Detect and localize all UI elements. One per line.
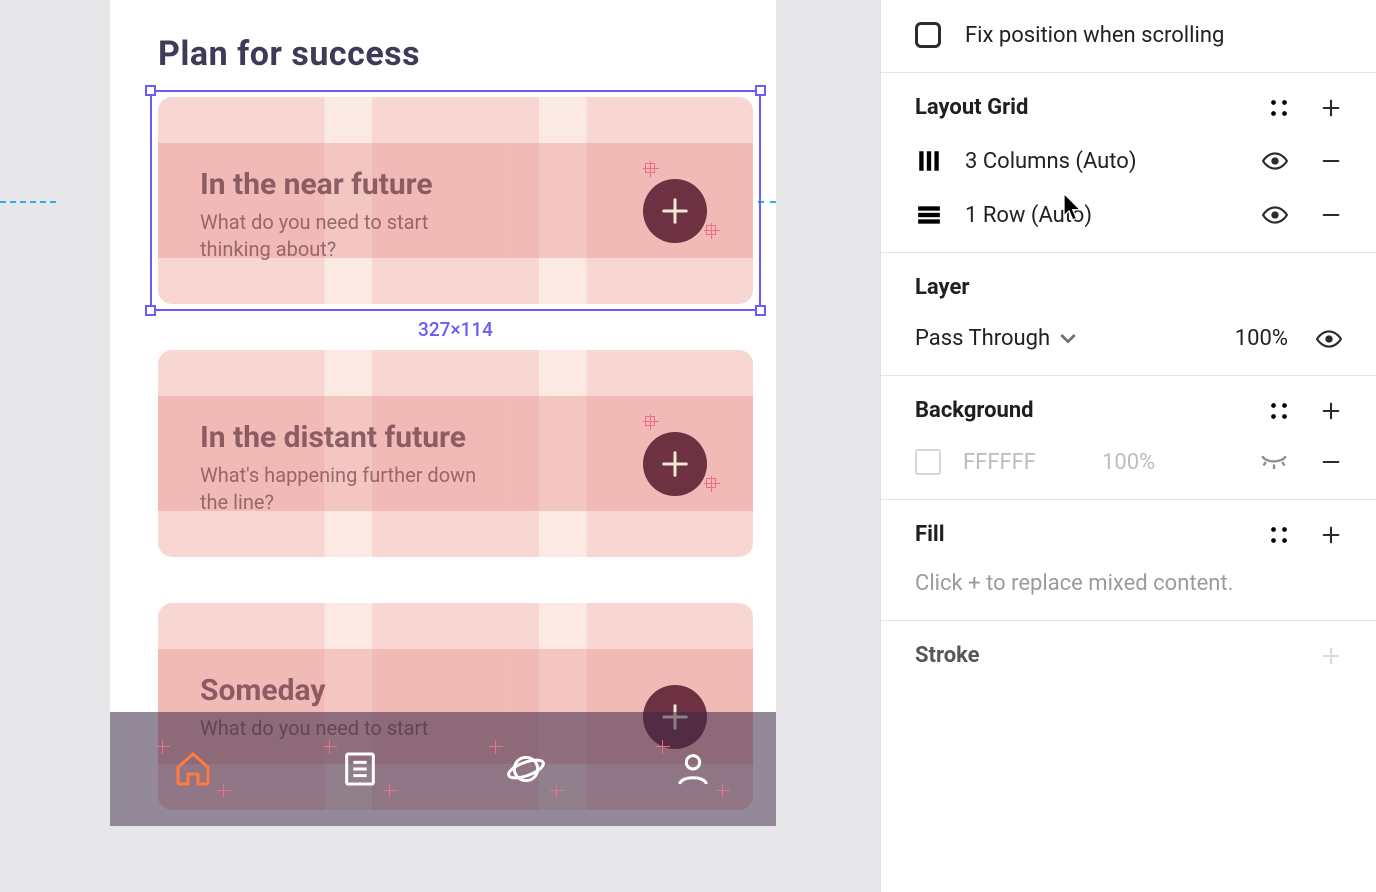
layer-opacity-input[interactable]: 100% xyxy=(1235,326,1288,351)
visibility-toggle[interactable] xyxy=(1262,151,1288,171)
add-stroke-button[interactable] xyxy=(1320,645,1342,667)
card-heading: In the near future xyxy=(200,167,433,202)
component-marker-icon xyxy=(718,786,728,796)
section-constraints: Fix position when scrolling xyxy=(881,0,1376,73)
columns-icon xyxy=(915,148,943,174)
resize-handle-ne[interactable] xyxy=(755,85,766,96)
design-frame[interactable]: Plan for success In the near future What… xyxy=(110,0,776,826)
remove-background-button[interactable] xyxy=(1320,451,1342,473)
component-marker-icon xyxy=(706,478,716,488)
resize-handle-se[interactable] xyxy=(755,305,766,316)
background-title: Background xyxy=(915,398,1034,423)
inspector-panel: Fix position when scrolling Layout Grid xyxy=(880,0,1376,892)
background-opacity[interactable]: 100% xyxy=(1102,450,1155,475)
remove-grid-button[interactable] xyxy=(1320,150,1342,172)
component-marker-icon xyxy=(385,786,395,796)
card-distant-future[interactable]: In the distant future What's happening f… xyxy=(158,350,753,557)
nav-home[interactable] xyxy=(110,712,277,826)
card-subtext: What's happening further down the line? xyxy=(200,462,490,516)
user-icon xyxy=(673,749,713,789)
plus-icon xyxy=(660,449,690,479)
blend-mode-label: Pass Through xyxy=(915,326,1050,351)
component-marker-icon xyxy=(219,786,229,796)
section-layer: Layer Pass Through 100% xyxy=(881,253,1376,376)
list-icon xyxy=(340,749,380,789)
add-layout-grid-button[interactable] xyxy=(1320,97,1342,119)
grid-styles-icon[interactable] xyxy=(1268,97,1290,119)
chevron-down-icon xyxy=(1060,333,1076,345)
component-marker-icon xyxy=(158,742,168,752)
component-marker-icon xyxy=(552,786,562,796)
home-icon xyxy=(173,749,213,789)
component-marker-icon xyxy=(658,742,668,752)
add-background-button[interactable] xyxy=(1320,400,1342,422)
add-button[interactable] xyxy=(643,179,707,243)
resize-handle-nw[interactable] xyxy=(145,85,156,96)
style-picker-icon[interactable] xyxy=(1268,400,1290,422)
card-near-future[interactable]: In the near future What do you need to s… xyxy=(158,97,753,304)
add-fill-button[interactable] xyxy=(1320,524,1342,546)
nav-profile[interactable] xyxy=(610,712,777,826)
canvas-area[interactable]: Plan for success In the near future What… xyxy=(0,0,880,892)
style-picker-icon[interactable] xyxy=(1268,524,1290,546)
resize-handle-sw[interactable] xyxy=(145,305,156,316)
rows-icon xyxy=(915,202,943,228)
plus-icon xyxy=(660,196,690,226)
section-stroke: Stroke xyxy=(881,621,1376,692)
add-button[interactable] xyxy=(643,432,707,496)
nav-list[interactable] xyxy=(277,712,444,826)
component-marker-icon xyxy=(645,416,655,426)
nav-explore[interactable] xyxy=(443,712,610,826)
visibility-hidden-icon[interactable] xyxy=(1260,453,1288,471)
alignment-guide xyxy=(0,201,56,203)
layer-title: Layer xyxy=(915,275,1342,300)
fix-position-label: Fix position when scrolling xyxy=(965,23,1224,48)
bottom-nav xyxy=(110,712,776,826)
blend-mode-select[interactable]: Pass Through xyxy=(915,326,1076,351)
page-title: Plan for success xyxy=(158,34,420,74)
layout-grid-title: Layout Grid xyxy=(915,95,1028,120)
component-marker-icon xyxy=(706,225,716,235)
fill-mixed-hint: Click + to replace mixed content. xyxy=(915,571,1342,596)
background-hex[interactable]: FFFFFF xyxy=(963,450,1036,475)
section-background: Background FFFFFF 100% xyxy=(881,376,1376,500)
cursor-icon xyxy=(1061,191,1087,221)
fix-position-checkbox[interactable] xyxy=(915,22,941,48)
visibility-toggle[interactable] xyxy=(1316,329,1342,349)
card-subtext: What do you need to start thinking about… xyxy=(200,209,490,263)
component-marker-icon xyxy=(645,163,655,173)
color-swatch[interactable] xyxy=(915,449,941,475)
stroke-title: Stroke xyxy=(915,643,980,668)
layout-grid-item-rows[interactable]: 1 Row (Auto) xyxy=(915,202,1342,228)
visibility-toggle[interactable] xyxy=(1262,205,1288,225)
fill-title: Fill xyxy=(915,522,945,547)
section-layout-grid: Layout Grid 3 Columns (Auto) xyxy=(881,73,1376,253)
section-fill: Fill Click + to replace mixed content. xyxy=(881,500,1376,621)
layout-grid-item-columns[interactable]: 3 Columns (Auto) xyxy=(915,148,1342,174)
planet-icon xyxy=(506,749,546,789)
card-heading: In the distant future xyxy=(200,420,466,455)
component-marker-icon xyxy=(325,742,335,752)
alignment-guide xyxy=(758,201,776,203)
card-heading: Someday xyxy=(200,673,325,708)
component-marker-icon xyxy=(491,742,501,752)
selection-dimensions: 327×114 xyxy=(418,318,493,341)
layout-grid-item-label: 3 Columns (Auto) xyxy=(965,149,1137,174)
remove-grid-button[interactable] xyxy=(1320,204,1342,226)
